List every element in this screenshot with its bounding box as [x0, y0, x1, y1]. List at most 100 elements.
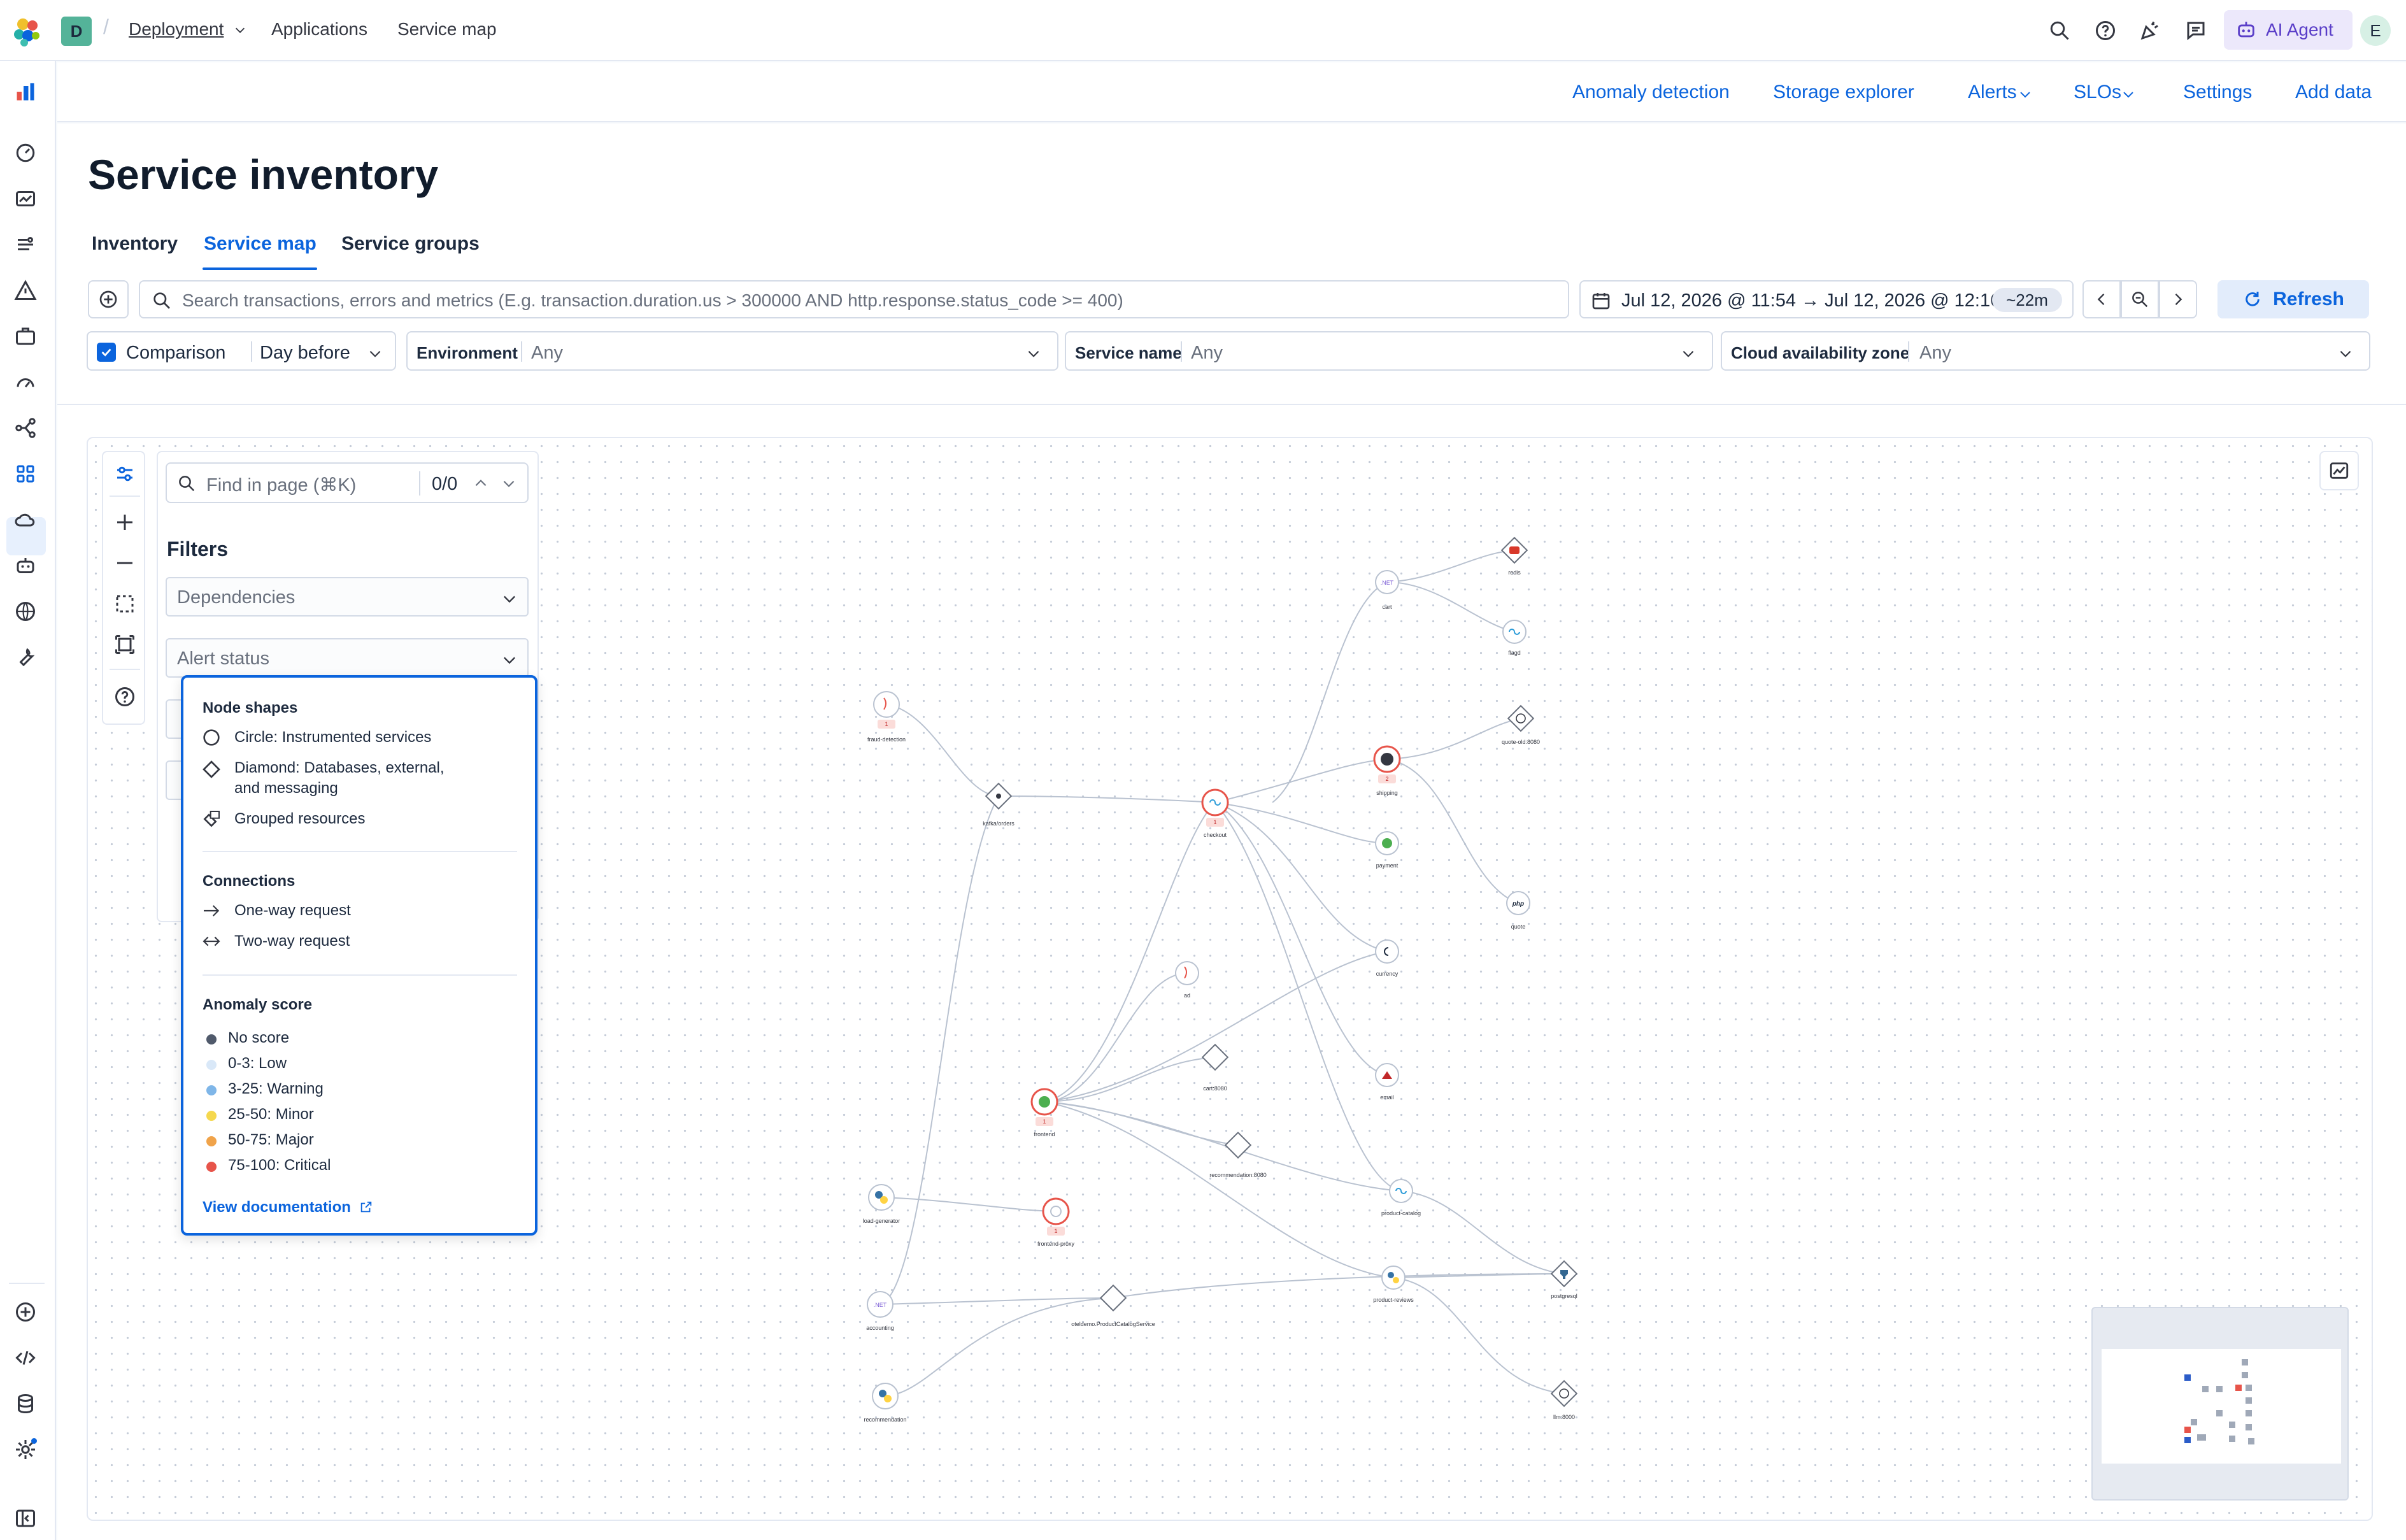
node-oteldemo-product-catalog-service[interactable]: oteldemo.ProductCatalogService — [1071, 1284, 1155, 1327]
chevron-down-icon[interactable] — [2018, 87, 2033, 102]
anomaly-score-label: No score — [228, 1029, 290, 1046]
add-data-icon[interactable] — [14, 1301, 37, 1323]
minimap[interactable] — [2091, 1307, 2349, 1501]
query-search-bar[interactable]: Search transactions, errors and metrics … — [139, 280, 1569, 318]
chevron-down-icon[interactable] — [2337, 345, 2354, 362]
help-icon[interactable] — [2094, 19, 2117, 42]
zoom-out-icon[interactable] — [113, 552, 136, 574]
overview-icon[interactable] — [14, 141, 37, 164]
settings-link[interactable]: Settings — [2183, 82, 2252, 103]
node-accounting[interactable]: .NET accounting — [866, 1291, 894, 1331]
node-product-catalog[interactable]: product-catalog — [1381, 1179, 1421, 1216]
comparison-filter[interactable]: Comparison Day before — [87, 331, 396, 371]
add-data-link[interactable]: Add data — [2295, 82, 2372, 103]
filter-settings-icon[interactable] — [113, 462, 136, 485]
dev-tools-icon[interactable] — [14, 1346, 37, 1369]
node-cart-8080[interactable]: cart:8080 — [1201, 1043, 1229, 1092]
cloud-zone-filter[interactable]: Cloud availability zone Any — [1721, 331, 2370, 371]
previous-range-button[interactable] — [2082, 280, 2121, 318]
next-range-button[interactable] — [2159, 280, 2197, 318]
add-filter-button[interactable] — [88, 280, 129, 318]
zoom-out-range-button[interactable] — [2121, 280, 2159, 318]
node-flagd[interactable]: flagd — [1502, 620, 1527, 656]
storage-explorer-link[interactable]: Storage explorer — [1773, 82, 1914, 103]
infrastructure-icon[interactable] — [14, 508, 37, 531]
breadcrumb-deployment[interactable]: Deployment — [129, 19, 224, 39]
anomaly-detection-link[interactable]: Anomaly detection — [1572, 82, 1730, 103]
diamond-shape-icon — [203, 760, 220, 778]
chevron-down-icon[interactable] — [2121, 87, 2136, 102]
elastic-logo[interactable] — [11, 17, 42, 47]
service-name-filter[interactable]: Service name Any — [1065, 331, 1713, 371]
chevron-up-icon[interactable] — [473, 475, 489, 492]
breadcrumb-applications[interactable]: Applications — [271, 19, 367, 39]
cases-icon[interactable] — [14, 325, 37, 348]
node-frontend[interactable]: 1 frontend — [1030, 1088, 1058, 1137]
app-menu-bar: Anomaly detection Storage explorer Alert… — [57, 62, 2406, 122]
fit-view-icon[interactable] — [113, 633, 136, 656]
node-product-reviews[interactable]: product-reviews — [1373, 1266, 1414, 1303]
apm-icon[interactable] — [14, 417, 37, 439]
news-feed-icon[interactable] — [2139, 19, 2161, 42]
settings-gear-icon[interactable] — [14, 1438, 37, 1461]
slo-icon[interactable] — [14, 371, 37, 394]
stack-management-icon[interactable] — [14, 1392, 37, 1415]
environment-filter[interactable]: Environment Any — [406, 331, 1058, 371]
slos-menu[interactable]: SLOs — [2074, 82, 2121, 103]
applications-icon[interactable] — [14, 462, 37, 485]
refresh-label: Refresh — [2273, 289, 2344, 310]
help-icon[interactable] — [113, 685, 136, 708]
chevron-down-icon[interactable] — [501, 475, 517, 492]
synthetics-icon[interactable] — [14, 600, 37, 623]
ai-assistant-icon[interactable] — [14, 554, 37, 577]
logs-icon[interactable] — [14, 233, 37, 256]
user-avatar[interactable]: E — [2360, 15, 2391, 46]
discover-icon[interactable] — [14, 187, 37, 210]
wrench-icon[interactable] — [14, 646, 37, 669]
chevron-down-icon[interactable] — [1025, 345, 1042, 362]
chevron-down-icon[interactable] — [367, 345, 383, 362]
alert-status-select[interactable]: Alert status — [166, 638, 529, 678]
node-llm-8000[interactable]: llm:8000 — [1550, 1380, 1578, 1420]
chevron-down-icon[interactable] — [233, 23, 247, 37]
service-map-canvas[interactable]: redis .NET cart flagd quote-old:8080 2 s… — [87, 437, 2373, 1521]
tab-inventory[interactable]: Inventory — [92, 233, 178, 255]
fit-selection-icon[interactable] — [113, 592, 136, 615]
comparison-value[interactable]: Day before — [260, 343, 350, 364]
node-postgresql[interactable]: postgresql — [1550, 1260, 1578, 1299]
node-recommendation-8080[interactable]: recommendation:8080 — [1209, 1131, 1267, 1178]
node-currency[interactable]: currency — [1375, 939, 1399, 977]
collapse-nav-icon[interactable] — [14, 1507, 37, 1530]
date-range-picker[interactable]: Jul 12, 2026 @ 11:54 → Jul 12, 2026 @ 12… — [1579, 280, 2074, 318]
find-in-page-input[interactable]: Find in page (⌘K) 0/0 — [166, 462, 529, 503]
dependencies-select[interactable]: Dependencies — [166, 577, 529, 617]
chevron-down-icon[interactable] — [1680, 345, 1697, 362]
node-cart[interactable]: .NET cart — [1375, 570, 1399, 610]
tab-service-groups[interactable]: Service groups — [341, 233, 480, 255]
node-load-generator[interactable]: load-generator — [863, 1184, 900, 1224]
node-recommendation[interactable]: recommendation — [864, 1383, 907, 1423]
node-kafka-orders[interactable]: kafka/orders — [983, 782, 1014, 827]
refresh-button[interactable]: Refresh — [2217, 280, 2369, 318]
zoom-in-icon[interactable] — [113, 511, 136, 534]
ai-agent-button[interactable]: AI Agent — [2224, 10, 2353, 50]
comparison-checkbox[interactable] — [97, 343, 116, 362]
node-payment[interactable]: payment — [1375, 831, 1399, 869]
alerts-menu[interactable]: Alerts — [1968, 82, 2017, 103]
alerts-icon[interactable] — [14, 279, 37, 302]
node-frontend-proxy[interactable]: 1 frontend-proxy — [1037, 1197, 1075, 1247]
observability-logo-icon[interactable] — [14, 80, 37, 103]
node-quote[interactable]: php quote — [1506, 891, 1530, 930]
node-quote-old[interactable]: quote-old:8080 — [1502, 704, 1540, 745]
node-email[interactable]: email — [1375, 1063, 1399, 1101]
tab-service-map[interactable]: Service map — [204, 233, 317, 255]
search-icon[interactable] — [2048, 19, 2071, 42]
feedback-icon[interactable] — [2184, 19, 2207, 42]
export-map-button[interactable] — [2319, 451, 2359, 490]
node-shipping[interactable]: 2 shipping — [1373, 745, 1401, 796]
node-fraud-detection[interactable]: 1 fraud-detection — [867, 691, 906, 743]
node-ad[interactable]: ad — [1175, 961, 1199, 999]
node-redis[interactable]: redis — [1500, 536, 1528, 576]
space-badge[interactable]: D — [61, 17, 92, 46]
view-documentation-link[interactable]: View documentation — [203, 1199, 373, 1216]
